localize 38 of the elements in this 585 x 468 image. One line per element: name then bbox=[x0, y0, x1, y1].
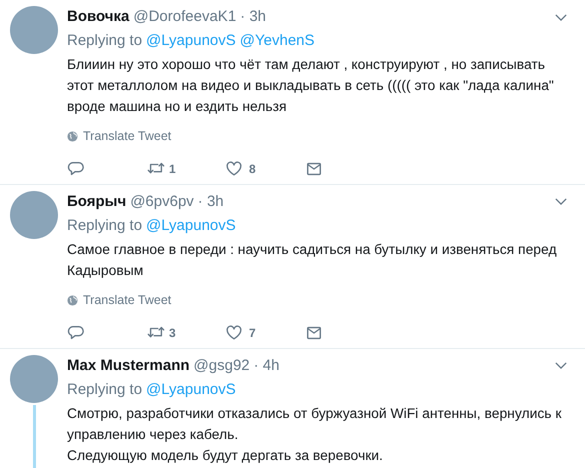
avatar-photo-placeholder[interactable] bbox=[10, 354, 58, 402]
like-count: 8 bbox=[249, 160, 256, 178]
user-name[interactable]: Max Mustermann bbox=[67, 356, 190, 376]
reply-icon[interactable] bbox=[67, 160, 85, 178]
user-name[interactable]: Боярыч bbox=[67, 192, 126, 212]
avatar-photo-placeholder[interactable] bbox=[10, 190, 58, 239]
retweet-count: 3 bbox=[169, 324, 176, 342]
reply-icon[interactable] bbox=[67, 324, 85, 342]
user-handle[interactable]: @6pv6pv bbox=[130, 192, 194, 212]
replying-to-label: Replying to bbox=[67, 380, 142, 400]
tweet-text: Следующую модель будут дергать за веревочки. bbox=[67, 446, 384, 465]
tweet-text: Смотрю, разработчики отказались от буржуазной WiFi антенны, вернулись к управлению через кабель. bbox=[67, 404, 562, 444]
mention-link[interactable]: @LyapunovS bbox=[146, 216, 236, 236]
chevron-down-icon[interactable] bbox=[555, 14, 567, 20]
mention-link[interactable]: @LyapunovS bbox=[146, 31, 236, 51]
like-count: 7 bbox=[249, 324, 256, 342]
translate-tweet-link[interactable]: Translate Tweet bbox=[83, 290, 172, 310]
tweet-time[interactable]: · 4h bbox=[254, 356, 280, 376]
chevron-down-icon[interactable] bbox=[555, 198, 567, 206]
mention-link[interactable]: @YevhenS bbox=[240, 31, 315, 51]
translate-tweet-link[interactable]: Translate Tweet bbox=[83, 127, 172, 146]
user-handle[interactable]: @gsg92 bbox=[194, 356, 250, 376]
globe-icon bbox=[67, 294, 78, 306]
replying-to-label: Replying to bbox=[67, 216, 142, 236]
mention-link[interactable]: @LyapunovS bbox=[146, 380, 236, 400]
tweet-time[interactable]: · 3h bbox=[198, 192, 224, 212]
user-name[interactable]: Вовочка bbox=[67, 7, 130, 27]
tweet-text: Самое главное в переди : научить садиться на бутылку и извеняться перед Кадыровым bbox=[67, 240, 558, 280]
avatar-photo-placeholder[interactable] bbox=[10, 6, 58, 54]
tweet-time[interactable]: · 3h bbox=[240, 7, 266, 27]
globe-icon bbox=[67, 130, 78, 142]
heart-icon[interactable] bbox=[225, 324, 243, 342]
tweet-text: Блииин ну это хорошо что чёт там делают , конструируют , но записывать этот металлолом на видео и выкладывать в сеть ((((( это как "лада калина" вроде машина но и ездить нельзя bbox=[67, 55, 555, 116]
chevron-down-icon[interactable] bbox=[555, 362, 567, 369]
heart-icon[interactable] bbox=[225, 160, 243, 178]
user-handle[interactable]: @DorofeevaK1 bbox=[133, 7, 236, 27]
retweet-count: 1 bbox=[169, 160, 176, 178]
replying-to-label: Replying to bbox=[67, 31, 142, 51]
